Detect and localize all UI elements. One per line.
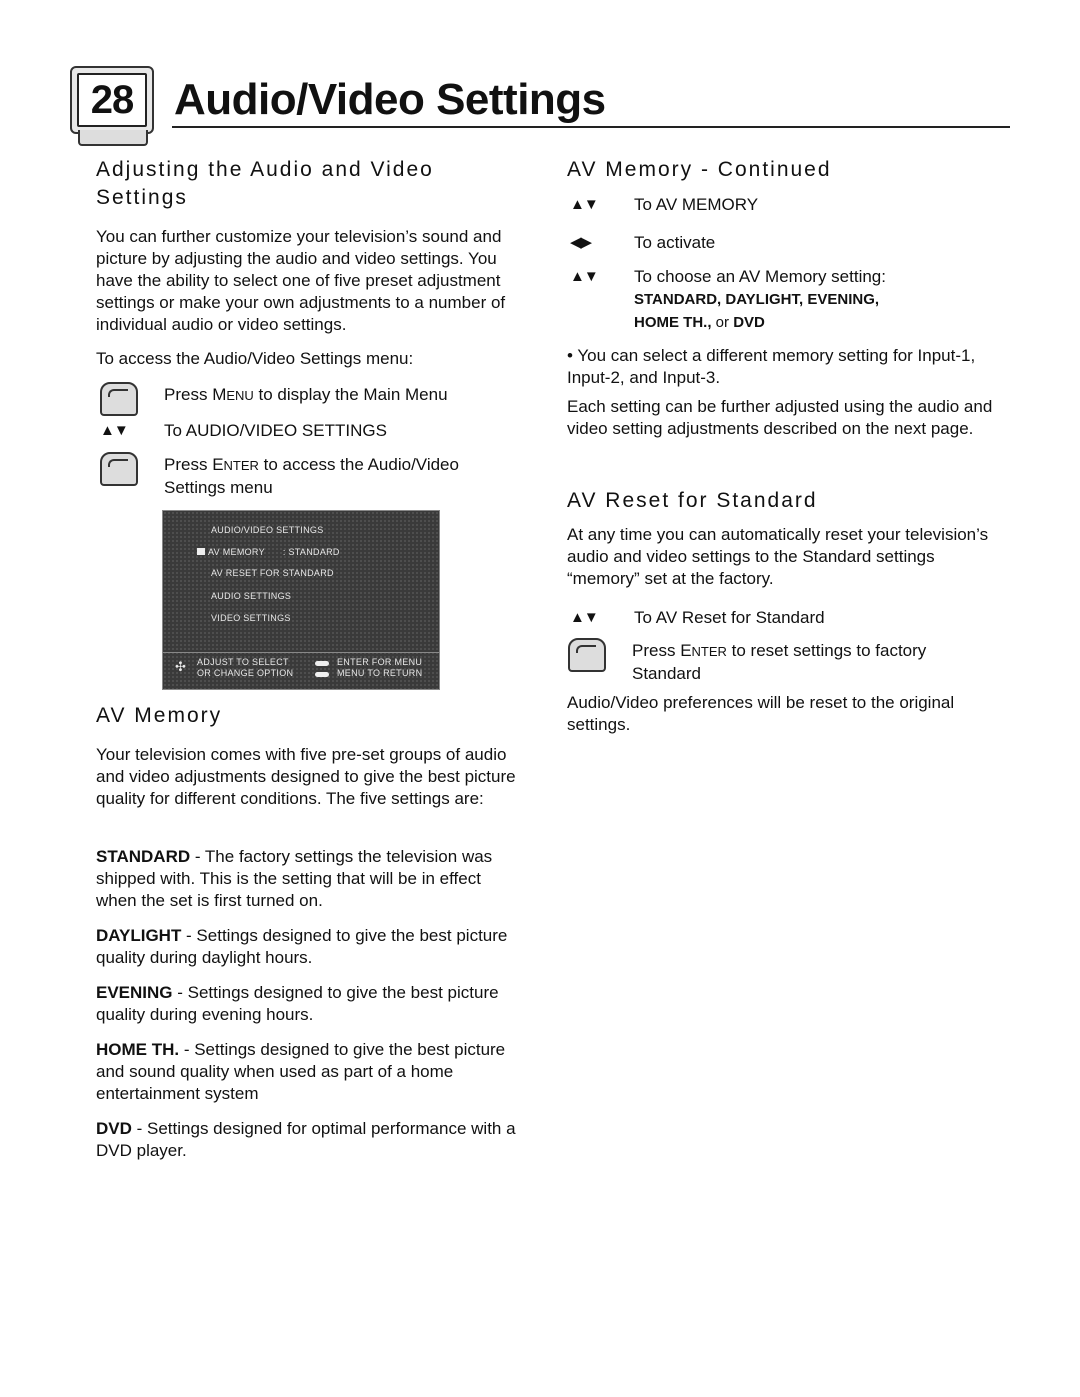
step-text: To AV Reset for Standard xyxy=(634,608,825,627)
step-activate: ◀▶ To activate xyxy=(570,232,715,254)
left-right-arrows-icon: ◀▶ xyxy=(570,234,592,251)
av-reset-outro: Audio/Video preferences will be reset to… xyxy=(567,693,955,734)
osd-item-av-reset: AV RESET FOR STANDARD xyxy=(211,568,334,578)
osd-item-av-memory: AV MEMORY: STANDARD xyxy=(197,547,340,557)
enter-button-icon xyxy=(315,661,329,666)
step-navigate-av-settings: ▲▼ To AUDIO/VIDEO SETTINGS xyxy=(100,420,387,442)
step-text: To AV MEMORY xyxy=(634,195,759,214)
up-down-arrows-icon: ▲▼ xyxy=(570,268,599,285)
dpad-icon: ✣ xyxy=(175,659,187,674)
setting-daylight: DAYLIGHT - Settings designed to give the… xyxy=(96,926,508,967)
hand-press-icon xyxy=(568,638,606,672)
step-text: To AUDIO/VIDEO SETTINGS xyxy=(164,421,387,440)
menu-button-icon xyxy=(315,672,329,677)
step-text: Press ENTER to reset settings to factory… xyxy=(632,641,927,683)
up-down-arrows-icon: ▲▼ xyxy=(570,196,599,213)
osd-divider xyxy=(163,652,439,653)
heading-line: Adjusting the Audio and Video xyxy=(96,158,434,181)
step-text: Press MENU to display the Main Menu xyxy=(164,385,448,404)
step-text: To choose an AV Memory setting: STANDARD… xyxy=(634,267,886,331)
tv-stand-decoration xyxy=(78,130,148,146)
section-heading-av-memory: AV Memory xyxy=(96,704,223,727)
hand-press-icon xyxy=(100,452,138,486)
osd-footer-buttons xyxy=(315,658,329,680)
adjusting-intro: You can further customize your televisio… xyxy=(96,227,506,334)
section-heading-adjusting: Adjusting the Audio and Video Settings xyxy=(96,156,526,212)
step-press-enter-reset: Press ENTER to reset settings to factory… xyxy=(568,638,927,685)
av-reset-intro: At any time you can automatically reset … xyxy=(567,525,989,588)
step-navigate-av-reset: ▲▼ To AV Reset for Standard xyxy=(570,607,825,629)
step-text: Press ENTER to access the Audio/Video Se… xyxy=(164,455,459,497)
heading-line: Settings xyxy=(96,186,188,209)
step-press-enter: Press ENTER to access the Audio/Video Se… xyxy=(100,452,459,499)
title-divider xyxy=(172,126,1010,128)
step-text: To activate xyxy=(634,233,716,252)
step-choose-setting: ▲▼ To choose an AV Memory setting: STAND… xyxy=(570,266,886,334)
up-down-arrows-icon: ▲▼ xyxy=(570,609,599,626)
page-title: Audio/Video Settings xyxy=(174,75,606,124)
setting-evening: EVENING - Settings designed to give the … xyxy=(96,983,499,1024)
up-down-arrows-icon: ▲▼ xyxy=(100,422,129,439)
page-number: 28 xyxy=(77,73,147,127)
page-number-badge: 28 xyxy=(70,66,154,134)
osd-footer-left: ADJUST TO SELECT OR CHANGE OPTION xyxy=(197,657,294,678)
hand-press-icon xyxy=(100,382,138,416)
osd-item-audio-settings: AUDIO SETTINGS xyxy=(211,591,292,601)
further-adjust-note: Each setting can be further adjusted usi… xyxy=(567,397,993,438)
av-memory-intro: Your television comes with five pre-set … xyxy=(96,745,516,808)
section-heading-av-reset: AV Reset for Standard xyxy=(567,489,818,512)
osd-footer-right: ENTER FOR MENU MENU TO RETURN xyxy=(337,657,423,678)
osd-item-video-settings: VIDEO SETTINGS xyxy=(211,613,291,623)
step-navigate-av-memory: ▲▼ To AV MEMORY xyxy=(570,194,758,216)
osd-menu-screenshot: AUDIO/VIDEO SETTINGS AV MEMORY: STANDARD… xyxy=(162,510,440,690)
access-intro: To access the Audio/Video Settings menu: xyxy=(96,349,414,368)
input-memory-note: • You can select a different memory sett… xyxy=(567,346,976,387)
setting-dvd: DVD - Settings designed for optimal perf… xyxy=(96,1119,516,1160)
step-press-menu: Press MENU to display the Main Menu xyxy=(100,382,448,416)
selection-pointer-icon xyxy=(197,548,205,555)
osd-title: AUDIO/VIDEO SETTINGS xyxy=(211,525,324,535)
setting-standard: STANDARD - The factory settings the tele… xyxy=(96,847,493,910)
section-heading-av-memory-continued: AV Memory - Continued xyxy=(567,158,832,181)
setting-home-theater: HOME TH. - Settings designed to give the… xyxy=(96,1040,506,1103)
